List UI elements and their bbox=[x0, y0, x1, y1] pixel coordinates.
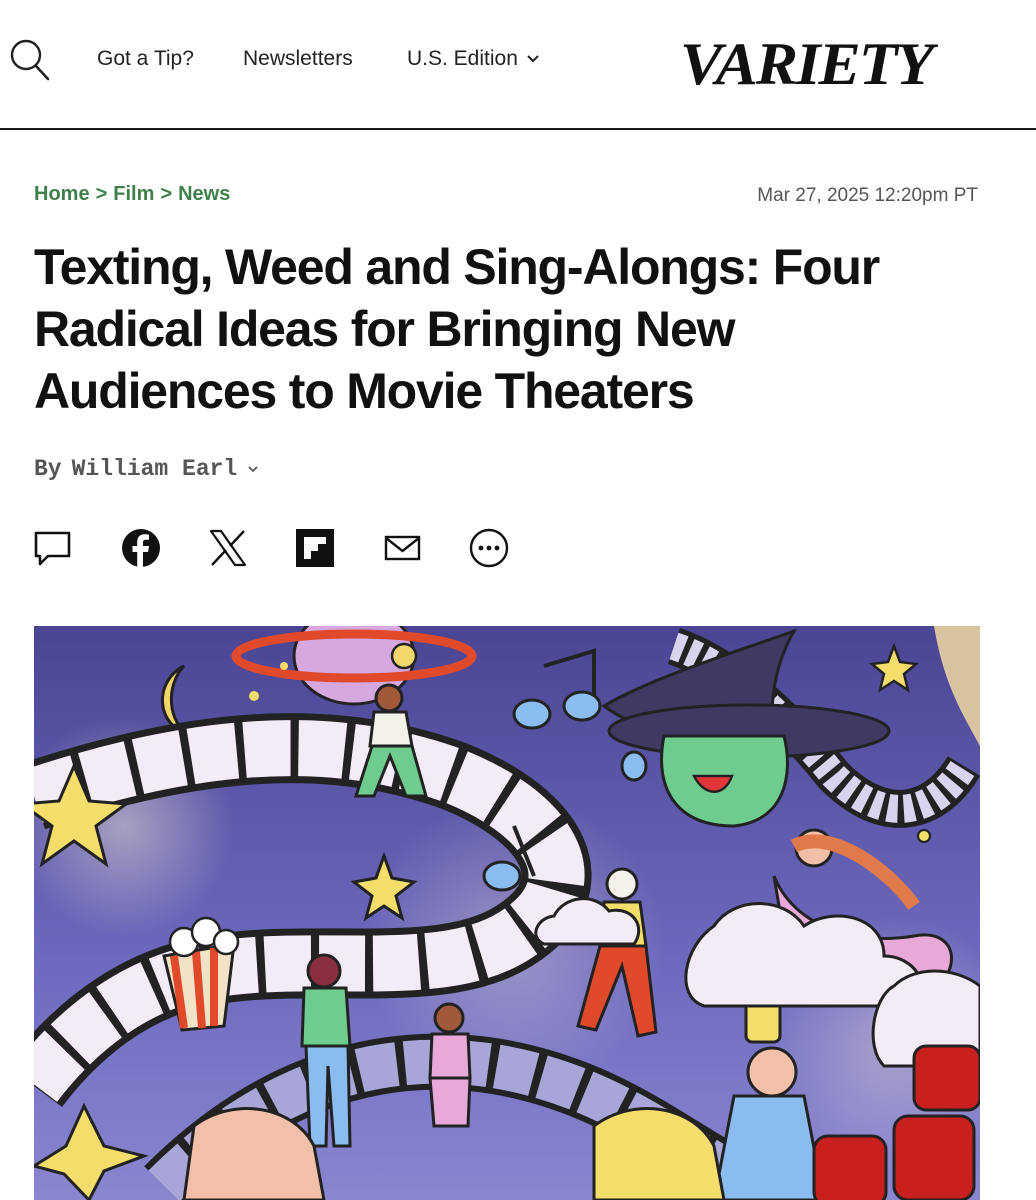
more-icon[interactable] bbox=[468, 527, 510, 569]
title-line: Radical Ideas for Bringing New bbox=[34, 301, 735, 357]
breadcrumb: Home > Film > News bbox=[34, 183, 230, 206]
byline-prefix: By bbox=[34, 456, 62, 482]
breadcrumb-film[interactable]: Film bbox=[113, 183, 154, 206]
byline: By William Earl bbox=[34, 456, 259, 482]
edition-selector[interactable]: U.S. Edition bbox=[407, 47, 540, 71]
breadcrumb-separator: > bbox=[160, 183, 173, 205]
author-name[interactable]: William Earl bbox=[72, 456, 238, 482]
search-icon[interactable] bbox=[8, 36, 52, 84]
title-line: Audiences to Movie Theaters bbox=[34, 363, 695, 419]
got-a-tip-link[interactable]: Got a Tip? bbox=[97, 47, 194, 71]
breadcrumb-news[interactable]: News bbox=[178, 183, 230, 206]
comment-icon[interactable] bbox=[32, 527, 74, 569]
x-icon[interactable] bbox=[207, 527, 249, 569]
hero-illustration bbox=[34, 626, 980, 1200]
chevron-down-icon[interactable] bbox=[247, 465, 259, 474]
publish-date: Mar 27, 2025 12:20pm PT bbox=[757, 185, 978, 206]
breadcrumb-separator: > bbox=[95, 183, 108, 205]
variety-logo[interactable]: VARIETY bbox=[676, 22, 942, 98]
site-header: Got a Tip? Newsletters U.S. Edition VARI… bbox=[0, 0, 1036, 130]
article-title: Texting, Weed and Sing-Alongs: Four Radi… bbox=[34, 236, 994, 422]
title-line: Texting, Weed and Sing-Alongs: Four bbox=[34, 239, 880, 295]
logo-text: VARIETY bbox=[680, 31, 938, 97]
edition-label: U.S. Edition bbox=[407, 47, 518, 70]
facebook-icon[interactable] bbox=[120, 527, 162, 569]
movie-theater-illustration bbox=[34, 626, 980, 1200]
newsletters-link[interactable]: Newsletters bbox=[243, 47, 353, 71]
breadcrumb-home[interactable]: Home bbox=[34, 183, 90, 206]
flipboard-icon[interactable] bbox=[294, 527, 336, 569]
email-icon[interactable] bbox=[382, 527, 424, 569]
chevron-down-icon bbox=[527, 55, 539, 63]
